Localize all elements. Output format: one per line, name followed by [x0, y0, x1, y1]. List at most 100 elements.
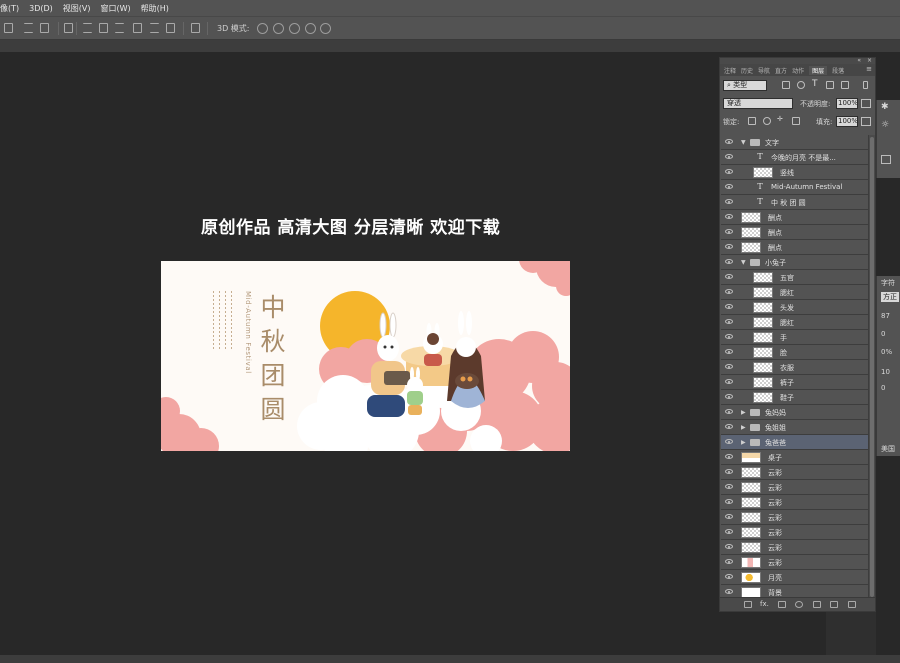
layers-scrollbar[interactable] — [868, 135, 875, 599]
distribute-left-icon[interactable] — [133, 23, 142, 33]
lock-position-icon[interactable]: ✛ — [777, 115, 783, 123]
visibility-eye-icon[interactable] — [725, 424, 733, 429]
visibility-eye-icon[interactable] — [725, 319, 733, 324]
align-left-edges-icon[interactable] — [4, 23, 13, 33]
fill-input[interactable]: 100% — [836, 116, 858, 127]
expand-closed-icon[interactable]: ▶ — [741, 424, 746, 431]
filter-toggle-icon[interactable] — [863, 81, 868, 89]
visibility-eye-icon[interactable] — [725, 214, 733, 219]
menu-image[interactable]: 像(T) — [0, 3, 24, 14]
new-layer-icon[interactable] — [830, 601, 838, 608]
3d-slide-icon[interactable] — [305, 23, 316, 34]
distribute-right-icon[interactable] — [166, 23, 175, 33]
layer-row[interactable]: 云彩 — [721, 465, 868, 480]
visibility-eye-icon[interactable] — [725, 394, 733, 399]
visibility-eye-icon[interactable] — [725, 499, 733, 504]
lock-transparent-icon[interactable] — [748, 117, 756, 125]
artwork-canvas[interactable]: 中 秋 团 圆 Mid-Autumn Festival — [161, 261, 570, 451]
visibility-eye-icon[interactable] — [725, 439, 733, 444]
visibility-eye-icon[interactable] — [725, 274, 733, 279]
visibility-eye-icon[interactable] — [725, 289, 733, 294]
adjustment-layer-icon[interactable] — [795, 601, 803, 608]
layer-row[interactable]: ▶ 兔爸爸 — [721, 435, 868, 450]
tsume-field[interactable]: 0% — [881, 348, 892, 356]
delete-layer-icon[interactable] — [848, 601, 856, 608]
layer-row[interactable]: 酬点 — [721, 225, 868, 240]
visibility-eye-icon[interactable] — [725, 514, 733, 519]
fill-dropdown-icon[interactable] — [861, 117, 871, 126]
tab-navigator[interactable]: 导航 — [758, 66, 770, 75]
lock-all-icon[interactable] — [792, 117, 800, 125]
layer-row[interactable]: ▶ 兔妈妈 — [721, 405, 868, 420]
align-horizontal-centers-icon[interactable] — [24, 23, 33, 33]
layer-row[interactable]: 桌子 — [721, 450, 868, 465]
distribute-top-icon[interactable] — [83, 23, 92, 33]
distribute-vertical-centers-icon[interactable] — [99, 23, 108, 33]
character-tab[interactable]: 字符 — [881, 278, 895, 288]
tab-history[interactable]: 历史 — [741, 66, 753, 75]
visibility-eye-icon[interactable] — [725, 229, 733, 234]
layer-row[interactable]: T Mid-Autumn Festival — [721, 180, 868, 195]
expand-open-icon[interactable]: ▼ — [741, 259, 746, 266]
layer-row[interactable]: ▶ 兔姐姐 — [721, 420, 868, 435]
visibility-eye-icon[interactable] — [725, 169, 733, 174]
layer-row[interactable]: 手 — [721, 330, 868, 345]
vertical-scale-field[interactable]: 10 — [881, 368, 890, 376]
align-top-edges-icon[interactable] — [64, 23, 73, 33]
layer-row[interactable]: 云彩 — [721, 525, 868, 540]
3d-roll-icon[interactable] — [273, 23, 284, 34]
visibility-eye-icon[interactable] — [725, 199, 733, 204]
layer-row[interactable]: 五官 — [721, 270, 868, 285]
visibility-eye-icon[interactable] — [725, 184, 733, 189]
tab-layers[interactable]: 图层 — [809, 65, 828, 75]
filter-shape-icon[interactable] — [826, 81, 834, 89]
expand-closed-icon[interactable]: ▶ — [741, 439, 746, 446]
layer-row[interactable]: 云彩 — [721, 540, 868, 555]
opacity-dropdown-icon[interactable] — [861, 99, 871, 108]
visibility-eye-icon[interactable] — [725, 544, 733, 549]
filter-pixel-icon[interactable] — [782, 81, 790, 89]
visibility-eye-icon[interactable] — [725, 364, 733, 369]
visibility-eye-icon[interactable] — [725, 589, 733, 594]
3d-drag-icon[interactable] — [289, 23, 300, 34]
visibility-eye-icon[interactable] — [725, 259, 733, 264]
visibility-eye-icon[interactable] — [725, 574, 733, 579]
filter-kind-select[interactable]: ⌕ 类型 — [723, 80, 767, 91]
layer-row[interactable]: 头发 — [721, 300, 868, 315]
distribute-horizontal-centers-icon[interactable] — [150, 23, 159, 33]
link-layers-icon[interactable] — [744, 601, 752, 608]
visibility-eye-icon[interactable] — [725, 304, 733, 309]
lock-image-icon[interactable] — [763, 117, 771, 125]
add-mask-icon[interactable] — [778, 601, 786, 608]
expand-open-icon[interactable]: ▼ — [741, 139, 746, 146]
tab-histogram[interactable]: 直方 — [775, 66, 787, 75]
visibility-eye-icon[interactable] — [725, 409, 733, 414]
layer-row[interactable]: 云彩 — [721, 555, 868, 570]
visibility-eye-icon[interactable] — [725, 379, 733, 384]
layer-row[interactable]: 竖线 — [721, 165, 868, 180]
tab-notes[interactable]: 注释 — [724, 66, 736, 75]
mask-icon[interactable] — [881, 155, 891, 164]
layer-row[interactable]: 云彩 — [721, 480, 868, 495]
close-icon[interactable]: × — [867, 57, 872, 64]
visibility-eye-icon[interactable] — [725, 484, 733, 489]
layer-row[interactable]: 月亮 — [721, 570, 868, 585]
auto-align-layers-icon[interactable] — [191, 23, 200, 33]
layer-row[interactable]: T中 秋 团 圆 — [721, 195, 868, 210]
visibility-eye-icon[interactable] — [725, 139, 733, 144]
layer-row[interactable]: 腮红 — [721, 285, 868, 300]
layer-row[interactable]: 脸 — [721, 345, 868, 360]
visibility-eye-icon[interactable] — [725, 349, 733, 354]
visibility-eye-icon[interactable] — [725, 334, 733, 339]
expand-closed-icon[interactable]: ▶ — [741, 409, 746, 416]
visibility-eye-icon[interactable] — [725, 529, 733, 534]
visibility-eye-icon[interactable] — [725, 469, 733, 474]
visibility-eye-icon[interactable] — [725, 454, 733, 459]
filter-smart-object-icon[interactable] — [841, 81, 849, 89]
menu-window[interactable]: 窗口(W) — [96, 3, 136, 14]
visibility-eye-icon[interactable] — [725, 559, 733, 564]
3d-scale-icon[interactable] — [320, 23, 331, 34]
filter-type-icon[interactable]: T — [812, 79, 818, 89]
layer-row[interactable]: 云彩 — [721, 510, 868, 525]
layer-row[interactable]: 酬点 — [721, 210, 868, 225]
